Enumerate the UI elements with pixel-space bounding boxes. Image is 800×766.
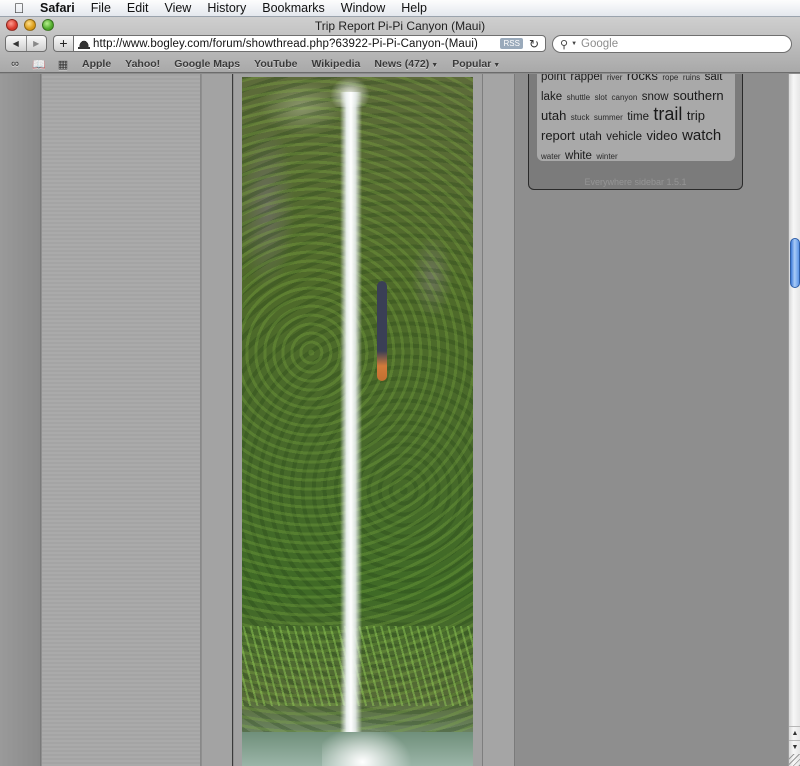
bookmark-yahoo[interactable]: Yahoo!: [118, 58, 167, 70]
resize-grip-icon[interactable]: [789, 754, 800, 766]
search-icon: ⚲: [560, 38, 569, 51]
page-margin-left: [0, 74, 41, 766]
up-arrow-icon: ▲: [791, 730, 799, 737]
apple-menu-icon[interactable]: : [0, 0, 38, 16]
bookmark-youtube[interactable]: YouTube: [247, 58, 304, 70]
tag-link[interactable]: rocks: [627, 74, 658, 83]
forward-button[interactable]: ▶: [25, 36, 47, 51]
tag-link[interactable]: utah: [541, 108, 566, 123]
tag-link[interactable]: canyon: [612, 93, 638, 102]
tag-link[interactable]: point: [541, 74, 566, 83]
right-gutter: [482, 74, 515, 766]
site-favicon-icon: [78, 38, 90, 49]
vertical-scrollbar[interactable]: ▲ ▼: [788, 74, 800, 766]
forward-arrow-icon: ▶: [33, 39, 40, 48]
search-placeholder: Google: [581, 38, 619, 50]
search-field[interactable]: ⚲ ▼ Google: [552, 35, 792, 53]
tag-link[interactable]: stuck: [571, 113, 590, 122]
photo-splash: [322, 726, 412, 766]
left-gutter: [202, 74, 233, 766]
left-panel: [42, 74, 201, 766]
chevron-down-icon: ▼: [493, 62, 501, 69]
tag-link[interactable]: report: [541, 128, 575, 143]
bookmark-apple[interactable]: Apple: [75, 58, 118, 70]
tag-link[interactable]: summer: [594, 113, 623, 122]
add-bookmark-button[interactable]: +: [53, 35, 73, 52]
window-title: Trip Report Pi-Pi Canyon (Maui): [314, 19, 486, 33]
tag-link[interactable]: watch: [682, 127, 721, 144]
tag-cloud: point rappel river rocks rope ruins salt…: [537, 74, 735, 162]
tag-link[interactable]: ruins: [683, 74, 700, 82]
menu-file[interactable]: File: [83, 1, 119, 15]
menu-bar:  Safari File Edit View History Bookmark…: [0, 0, 800, 17]
tag-link[interactable]: snow: [642, 91, 669, 103]
tag-link[interactable]: shuttle: [567, 93, 591, 102]
scroll-down-button[interactable]: ▼: [789, 740, 800, 754]
tag-cloud-widget: point rappel river rocks rope ruins salt…: [528, 74, 743, 190]
tag-link[interactable]: trip: [687, 108, 705, 123]
down-arrow-icon: ▼: [791, 744, 799, 751]
browser-chrome: Trip Report Pi-Pi Canyon (Maui) ◀ ▶ + ht…: [0, 17, 800, 73]
menu-window[interactable]: Window: [333, 1, 393, 15]
menu-safari[interactable]: Safari: [38, 1, 83, 15]
back-button[interactable]: ◀: [6, 36, 26, 51]
tag-link[interactable]: vehicle: [606, 131, 642, 143]
menu-view[interactable]: View: [156, 1, 199, 15]
tag-link[interactable]: river: [607, 74, 623, 82]
grid-icon[interactable]: ▦: [51, 58, 75, 71]
bookmark-google-maps[interactable]: Google Maps: [167, 58, 247, 70]
bookmark-news-folder[interactable]: News (472) ▼: [367, 58, 445, 70]
tag-link[interactable]: water: [541, 152, 561, 161]
tag-link[interactable]: slot: [595, 93, 607, 102]
rss-button[interactable]: RSS: [500, 38, 523, 49]
address-bar[interactable]: http://www.bogley.com/forum/showthread.p…: [73, 35, 546, 52]
scroll-up-button[interactable]: ▲: [789, 726, 800, 740]
photo-waterfall: [340, 92, 362, 766]
bookmark-news-label: News (472): [374, 58, 430, 70]
search-dropdown-icon[interactable]: ▼: [571, 41, 577, 47]
plus-icon: +: [59, 35, 68, 51]
tag-link[interactable]: rappel: [570, 74, 602, 83]
menu-edit[interactable]: Edit: [119, 1, 157, 15]
tag-link[interactable]: white: [565, 150, 592, 162]
bookmark-wikipedia[interactable]: Wikipedia: [304, 58, 367, 70]
web-page: point rappel river rocks rope ruins salt…: [0, 74, 788, 766]
tag-link[interactable]: lake: [541, 91, 562, 103]
reload-icon[interactable]: ↻: [529, 37, 539, 51]
title-bar: Trip Report Pi-Pi Canyon (Maui): [0, 17, 800, 34]
navigation-buttons: ◀ ▶: [5, 35, 47, 52]
tag-link[interactable]: salt: [705, 74, 723, 83]
menu-history[interactable]: History: [199, 1, 254, 15]
bookmarks-bar: ∞ 📖 ▦ Apple Yahoo! Google Maps YouTube W…: [0, 55, 800, 73]
back-arrow-icon: ◀: [12, 39, 19, 48]
waterfall-photo[interactable]: [242, 77, 473, 766]
menu-bookmarks[interactable]: Bookmarks: [254, 1, 333, 15]
tag-link[interactable]: trail: [653, 104, 682, 124]
photo-rappeller: [377, 281, 387, 381]
toolbar: ◀ ▶ + http://www.bogley.com/forum/showth…: [0, 34, 800, 55]
tag-link[interactable]: winter: [596, 152, 617, 161]
url-text[interactable]: http://www.bogley.com/forum/showthread.p…: [93, 38, 500, 50]
tag-link[interactable]: utah: [579, 131, 601, 143]
sidebar-footer: Everywhere sidebar 1.5.1: [584, 177, 687, 187]
menu-help[interactable]: Help: [393, 1, 435, 15]
tag-link[interactable]: time: [627, 111, 649, 123]
scrollbar-thumb[interactable]: [790, 238, 800, 288]
bookmark-popular-folder[interactable]: Popular ▼: [445, 58, 507, 70]
tag-link[interactable]: southern: [673, 88, 724, 103]
reading-glasses-icon[interactable]: ∞: [3, 58, 27, 70]
tag-link[interactable]: video: [647, 128, 678, 143]
bookmark-popular-label: Popular: [452, 58, 492, 70]
chevron-down-icon: ▼: [431, 62, 439, 69]
tag-link[interactable]: rope: [662, 74, 678, 82]
book-icon[interactable]: 📖: [27, 58, 51, 71]
